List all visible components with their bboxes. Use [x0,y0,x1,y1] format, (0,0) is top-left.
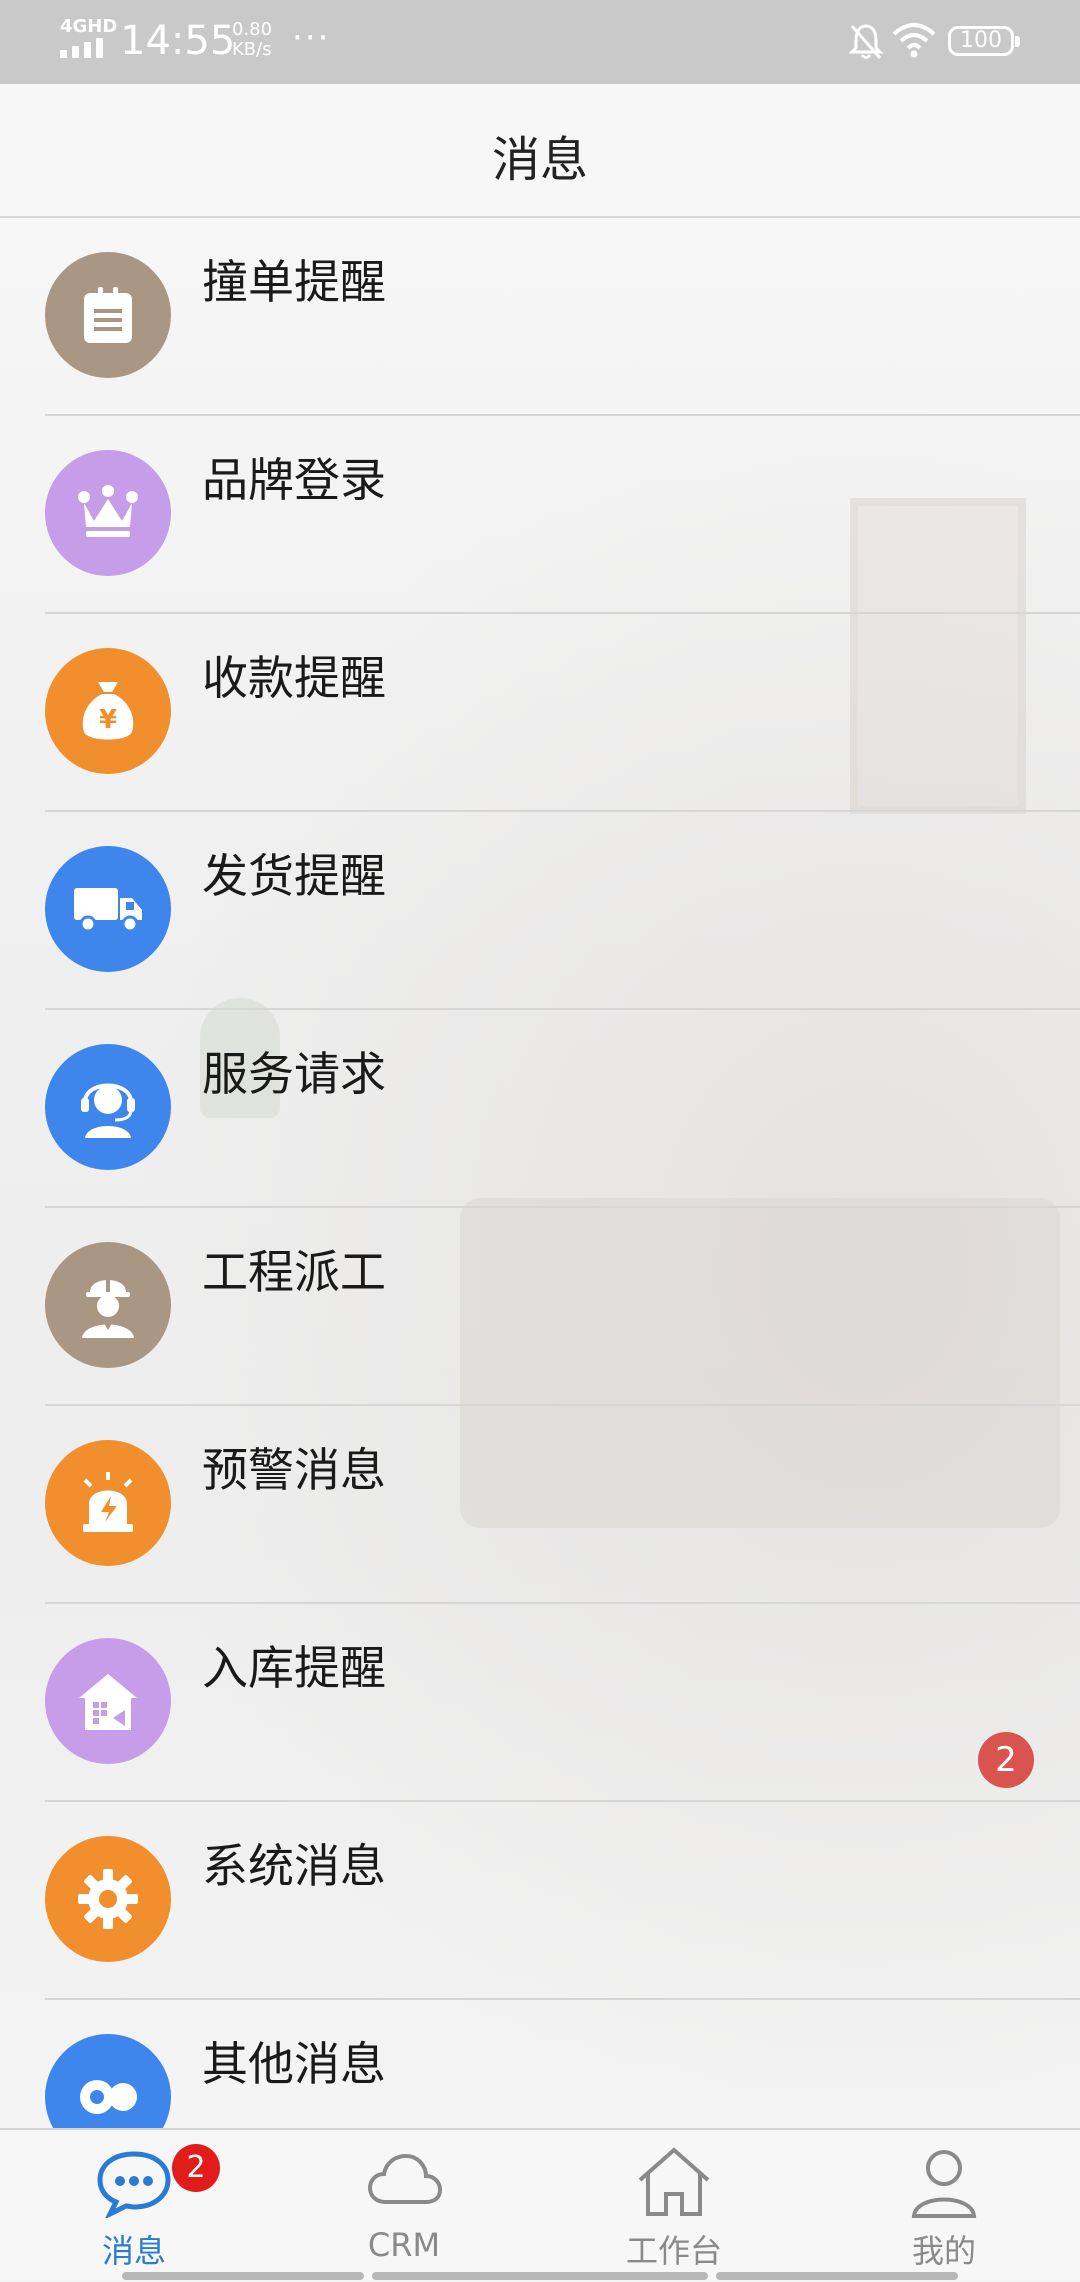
nav-unread-badge: 2 [172,2144,220,2192]
unread-count-badge: 2 [978,1732,1034,1788]
alarm-siren-icon [45,1440,171,1566]
nav-label: 我的 [911,2232,976,2270]
clipboard-icon [45,252,171,378]
headset-agent-icon [45,1044,171,1170]
bell-muted-icon [848,24,884,59]
list-item-label: 服务请求 [202,1047,386,1101]
list-item-label: 撞单提醒 [202,255,386,309]
list-item-service-request[interactable]: 服务请求 [0,1010,1080,1208]
list-item-label: 发货提醒 [202,849,386,903]
svg-text:¥: ¥ [99,705,117,735]
list-item-label: 收款提醒 [202,651,386,705]
list-item-payment-reminder[interactable]: ¥ 收款提醒 [0,614,1080,812]
chat-bubble-icon [97,2151,171,2218]
list-item-warehouse-in[interactable]: 入库提醒 2 [0,1604,1080,1802]
network-speed-unit: KB/s [232,39,272,60]
worker-helmet-icon [45,1242,171,1368]
page-title: 消息 [491,132,588,188]
nav-tab-crm[interactable]: CRM [304,2130,504,2282]
person-icon [911,2150,977,2218]
signal-icon [60,36,106,58]
crown-icon [45,450,171,576]
list-item-warning-message[interactable]: 预警消息 [0,1406,1080,1604]
truck-icon [45,846,171,972]
gesture-bar-segment [716,2272,958,2280]
more-notifications-icon: ··· [292,18,331,58]
network-speed-value: 0.80 [232,19,273,40]
gesture-bar-segment [372,2272,708,2280]
home-icon [638,2147,710,2216]
bottom-navigation: 2 消息 CRM 工作台 我的 [0,2128,1080,2280]
list-item-label: 入库提醒 [202,1641,386,1695]
list-item-label: 系统消息 [202,1839,386,1893]
list-item-label: 品牌登录 [202,453,386,507]
message-category-list[interactable]: 撞单提醒 品牌登录 ¥ 收款提醒 发货提醒 服务请求 工程派工 预警消息 入库提… [0,218,1080,2128]
list-item-engineering-dispatch[interactable]: 工程派工 [0,1208,1080,1406]
wifi-icon [892,23,936,58]
nav-tab-workbench[interactable]: 工作台 [574,2130,774,2282]
nav-label: 工作台 [625,2232,722,2270]
nav-tab-mine[interactable]: 我的 [844,2130,1044,2282]
nav-label: 消息 [101,2232,166,2270]
bubbles-icon [45,2034,171,2128]
clock: 14:55 [120,18,236,64]
nav-tab-messages[interactable]: 2 消息 [34,2130,234,2282]
network-speed: 0.80 KB/s [232,20,272,60]
nav-label: CRM [367,2226,441,2264]
status-bar: 4GHD 14:55 0.80 KB/s ··· 100 [0,0,1080,84]
battery-icon: 100 [948,26,1020,56]
gear-icon [45,1836,171,1962]
money-bag-icon: ¥ [45,648,171,774]
list-item-label: 预警消息 [202,1443,386,1497]
cloud-icon [367,2153,443,2204]
list-item-label: 工程派工 [202,1245,386,1299]
gesture-bar-segment [122,2272,364,2280]
network-type: 4GHD [60,16,118,37]
list-item-other-message[interactable]: 其他消息 [0,2000,1080,2128]
list-item-shipping-reminder[interactable]: 发货提醒 [0,812,1080,1010]
list-item-brand-login[interactable]: 品牌登录 [0,416,1080,614]
list-item-collision-order[interactable]: 撞单提醒 [0,218,1080,416]
list-item-label: 其他消息 [202,2037,386,2091]
warehouse-in-icon [45,1638,171,1764]
list-item-system-message[interactable]: 系统消息 [0,1802,1080,2000]
top-header: 消息 [0,84,1080,218]
